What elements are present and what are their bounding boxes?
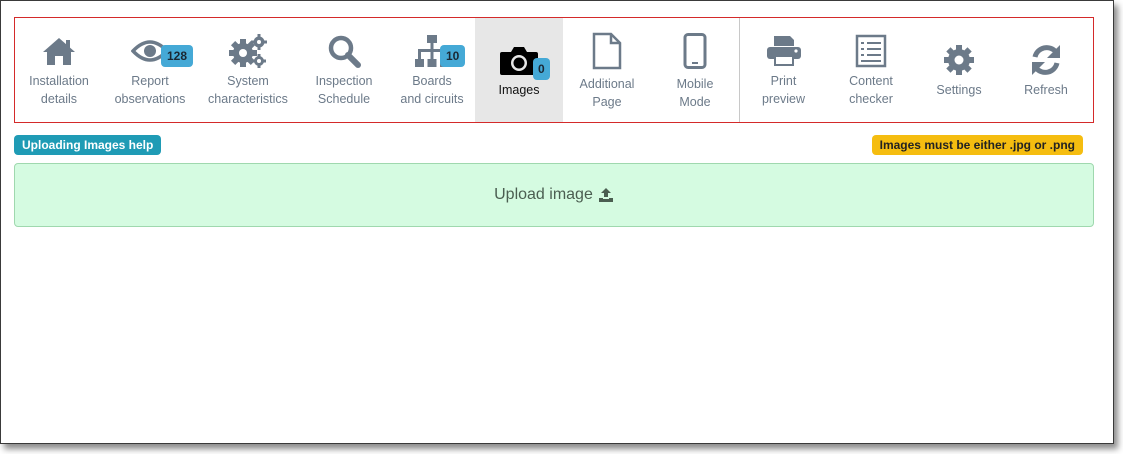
additional-page-button[interactable]: Additional Page [563,18,651,122]
installation-details-label: Installation details [29,73,89,106]
camera-icon: 0 [499,42,550,80]
boards-count-badge: 10 [440,44,466,67]
app-frame: Installation details 128 Report observat… [0,0,1114,444]
mobile-icon [683,30,707,72]
content-checker-label: Content checker [849,73,893,106]
settings-label: Settings [936,82,982,97]
additional-page-label: Additional Page [579,76,635,109]
toolbar: Installation details 128 Report observat… [14,17,1094,123]
sitemap-icon: 10 [414,33,466,69]
file-icon [592,30,622,72]
refresh-label: Refresh [1024,82,1068,97]
installation-details-button[interactable]: Installation details [15,18,103,122]
system-characteristics-label: System characteristics [208,73,288,106]
refresh-button[interactable]: Refresh [1003,18,1089,122]
search-icon [327,33,361,69]
refresh-icon [1029,42,1063,78]
checklist-icon [855,33,887,69]
images-count-badge: 0 [533,57,550,80]
gear-icon [943,42,975,78]
image-format-warning-badge: Images must be either .jpg or .png [871,135,1083,155]
print-preview-label: Print preview [761,73,806,106]
gears-icon [228,33,268,69]
boards-and-circuits-button[interactable]: 10 Boards and circuits [389,18,475,122]
observations-count-badge: 128 [161,44,194,67]
settings-button[interactable]: Settings [915,18,1003,122]
content-checker-button[interactable]: Content checker [827,18,915,122]
home-icon [42,33,76,69]
system-characteristics-button[interactable]: System characteristics [197,18,299,122]
inspection-schedule-label: Inspection Schedule [315,73,373,106]
print-icon [766,33,802,69]
print-preview-button[interactable]: Print preview [740,18,827,122]
upload-image-button[interactable]: Upload image [14,163,1094,227]
images-button[interactable]: 0 Images [475,18,563,122]
report-observations-label: Report observations [114,73,186,106]
mobile-mode-button[interactable]: Mobile Mode [651,18,739,122]
images-label: Images [498,82,540,97]
boards-and-circuits-label: Boards and circuits [400,73,464,106]
upload-icon [598,188,613,202]
inspection-schedule-button[interactable]: Inspection Schedule [299,18,389,122]
upload-image-label: Upload image [494,186,593,203]
report-observations-button[interactable]: 128 Report observations [103,18,197,122]
mobile-mode-label: Mobile Mode [676,76,714,109]
uploading-images-help-badge[interactable]: Uploading Images help [14,135,162,155]
eye-icon: 128 [131,33,194,69]
